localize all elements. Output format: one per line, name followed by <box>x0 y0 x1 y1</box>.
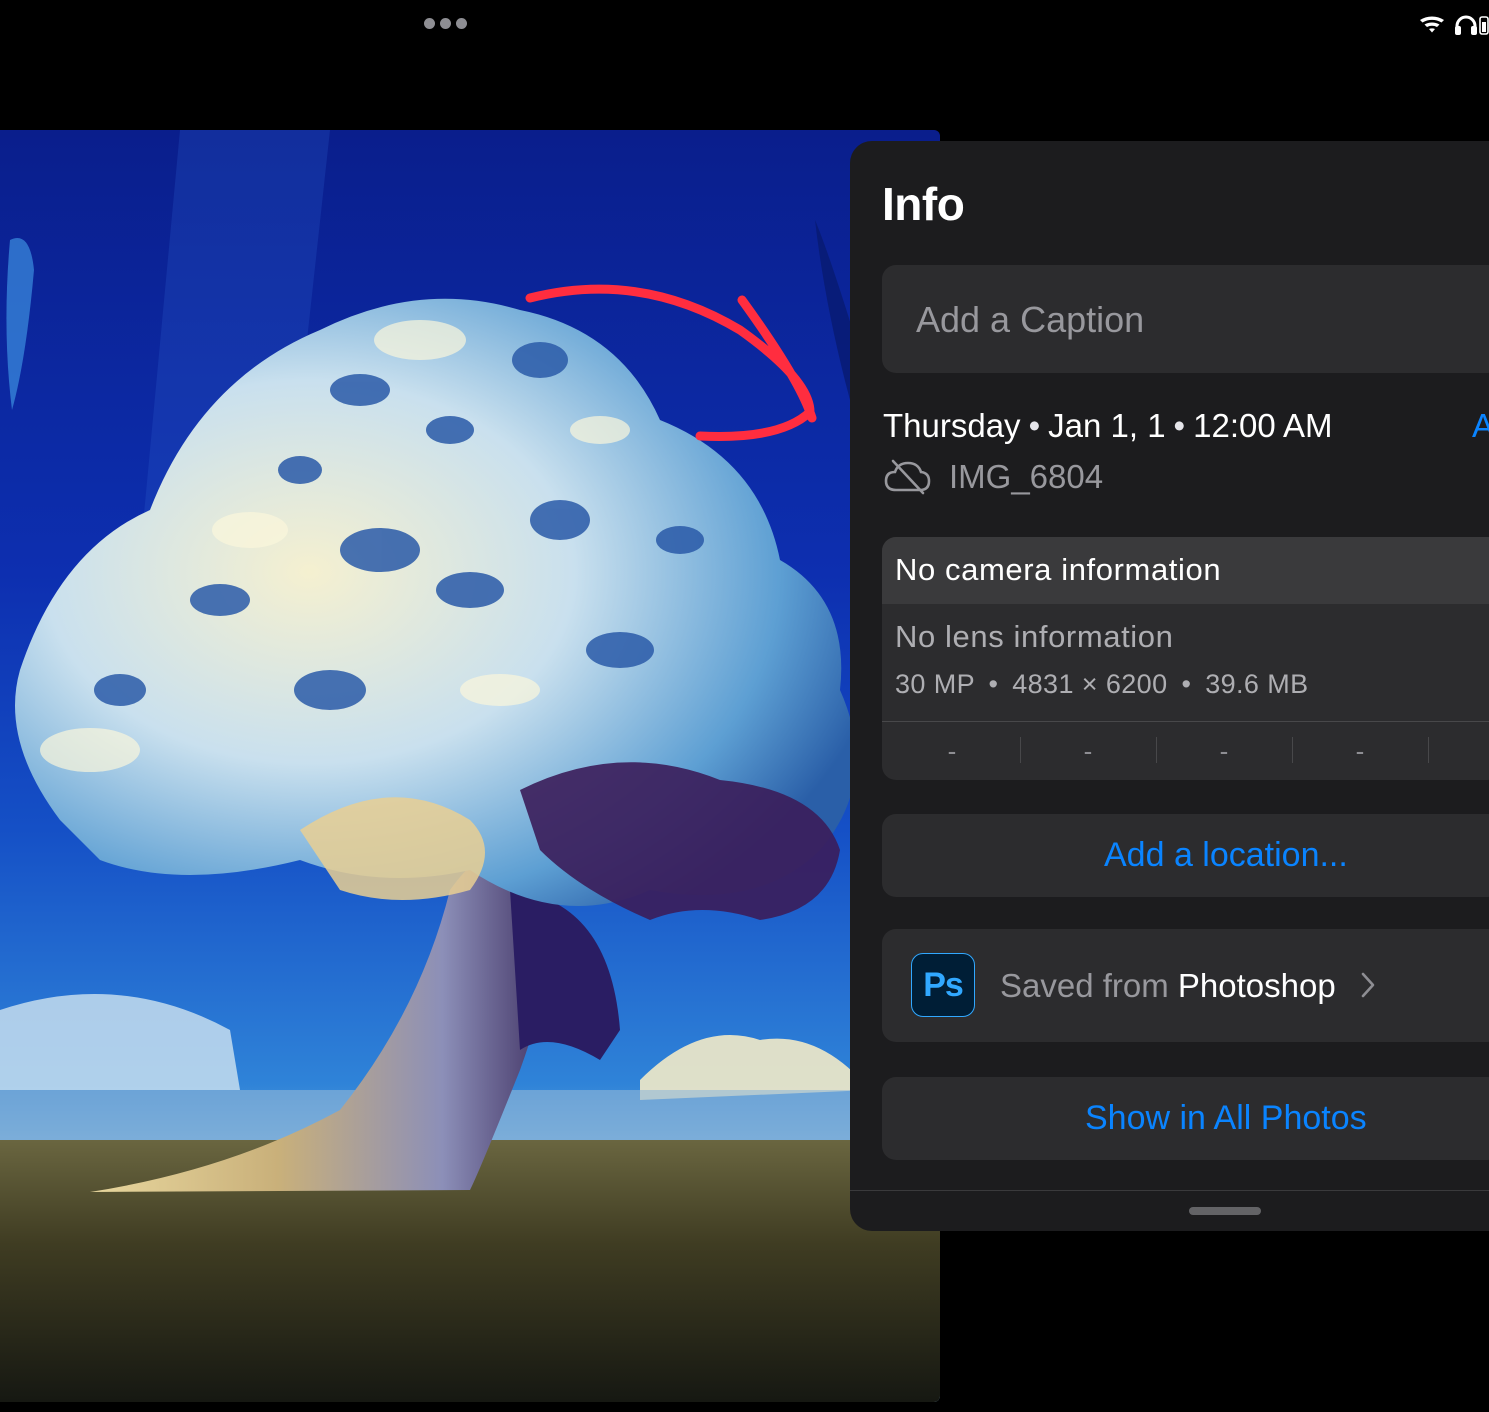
camera-header: No camera information <box>882 537 1489 604</box>
date-text: Jan 1, 1 <box>1048 407 1166 444</box>
caption-input[interactable]: Add a Caption <box>882 265 1489 373</box>
dot <box>440 18 451 29</box>
cloud-off-icon <box>884 459 931 495</box>
file-row: IMG_6804 <box>883 458 1103 496</box>
exif-cell: - <box>1083 736 1093 766</box>
weekday-text: Thursday <box>883 407 1021 444</box>
dimensions-text: 4831 × 6200 <box>1012 669 1168 699</box>
exif-cell: - <box>1219 736 1229 766</box>
photo-image[interactable] <box>0 130 940 1402</box>
status-icons <box>1420 15 1489 35</box>
exif-cell: - <box>947 736 957 766</box>
exif-divider <box>1428 737 1429 763</box>
sheet-grabber[interactable] <box>1189 1207 1261 1215</box>
add-location-button[interactable]: Add a location... <box>882 814 1489 897</box>
info-panel: Info Add a Caption Thursday • Jan 1, 1 • 12:… <box>850 141 1489 1231</box>
dot <box>456 18 467 29</box>
separator: • <box>1181 669 1192 699</box>
saved-from-label: Saved from <box>1000 967 1169 1004</box>
caption-placeholder: Add a Caption <box>916 299 1145 340</box>
chevron-right-icon <box>1361 972 1375 998</box>
separator: • <box>1028 407 1041 444</box>
separator: • <box>1173 407 1186 444</box>
app-name: Photoshop <box>1177 967 1336 1004</box>
show-in-all-photos-label: Show in All Photos <box>1085 1099 1367 1137</box>
file-size-text: 39.6 MB <box>1205 669 1309 699</box>
show-in-all-photos-button[interactable]: Show in All Photos <box>882 1077 1489 1160</box>
time-text: 12:00 AM <box>1193 407 1333 444</box>
wifi-icon <box>1420 16 1444 33</box>
dot <box>424 18 435 29</box>
image-size-line: 30 MP • 4831 × 6200 • 39.6 MB <box>895 669 1309 700</box>
mushroom-cloud-painting <box>0 130 940 1402</box>
add-location-label: Add a location... <box>1104 836 1348 874</box>
divider <box>882 721 1489 722</box>
camera-info-card: No camera information No lens informatio… <box>882 537 1489 780</box>
camera-text: No camera information <box>895 552 1222 587</box>
lens-text: No lens information <box>895 619 1174 654</box>
adjust-date-link[interactable]: A <box>1472 407 1489 445</box>
headphones-icon <box>1455 15 1477 35</box>
date-time-line: Thursday • Jan 1, 1 • 12:00 AM <box>883 407 1333 445</box>
exif-row: - - - - <box>882 723 1489 780</box>
file-name: IMG_6804 <box>949 458 1104 495</box>
exif-cell: - <box>1355 736 1365 766</box>
divider <box>850 1190 1489 1191</box>
panel-title: Info <box>882 178 965 230</box>
photoshop-icon: Ps <box>911 953 975 1017</box>
battery-icon <box>1479 16 1489 35</box>
separator: • <box>988 669 999 699</box>
photoshop-icon-text: Ps <box>923 966 964 1004</box>
saved-from-text: Saved from Photoshop <box>1000 967 1336 1005</box>
saved-from-app-row[interactable]: Ps Saved from Photoshop <box>882 929 1489 1042</box>
more-dots-icon[interactable] <box>424 18 467 29</box>
resolution-text: 30 MP <box>895 669 975 699</box>
